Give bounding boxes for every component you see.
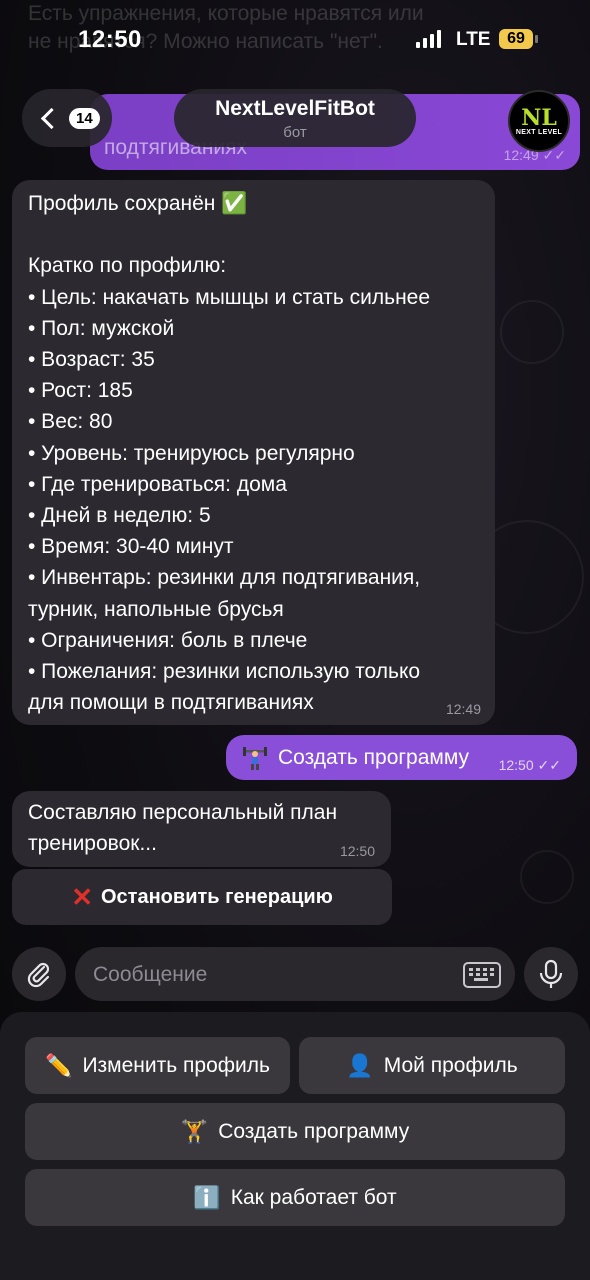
message-field[interactable]: [75, 947, 515, 1003]
message-line: • Дней в неделю: 5: [28, 504, 211, 528]
attach-button[interactable]: [12, 947, 66, 1001]
back-chevron-icon: [40, 107, 63, 129]
message-line: • Возраст: 35: [28, 348, 155, 372]
weightlifter-icon: 🏋️: [180, 1118, 209, 1144]
attach-icon: [27, 962, 50, 988]
message-text: Составляю персональный план тренировок...: [28, 797, 337, 859]
chat-title[interactable]: NextLevelFitBot бот: [174, 89, 416, 147]
message-line: • Пожелания: резинки использую только: [28, 660, 421, 684]
message-line: • Время: 30-40 минут: [28, 535, 234, 559]
message-line: • Уровень: тренируюсь регулярно: [28, 441, 355, 465]
message-line: • Где тренироваться: дома: [28, 472, 287, 496]
battery-cap: [535, 35, 538, 43]
battery-icon: 69: [499, 29, 533, 49]
message-time: 12:50 ✓✓: [498, 757, 561, 773]
message-line: • Инвентарь: резинки для подтягивания,: [28, 566, 421, 590]
message-line: Профиль сохранён ✅: [28, 192, 248, 215]
avatar-text: NEXT LEVEL: [515, 128, 563, 136]
message-line: • Ограничения: боль в плече: [28, 628, 308, 652]
message-line: • Рост: 185: [28, 379, 133, 403]
bot-avatar[interactable]: NL NEXT LEVEL: [508, 90, 570, 152]
message-line: • Вес: 80: [28, 410, 113, 434]
bot-subtitle: бот: [283, 124, 307, 141]
message-line: для помощи в подтягиваниях: [28, 691, 314, 715]
pencil-icon: ✏️: [45, 1052, 73, 1078]
create-program-button[interactable]: 🏋️ Создать программу: [25, 1103, 565, 1160]
info-icon: ℹ️: [193, 1184, 221, 1210]
button-label: Мой профиль: [383, 1053, 518, 1077]
message-line: тренировок...: [28, 832, 157, 855]
microphone-icon: [539, 959, 563, 988]
cross-icon: ✕: [71, 881, 93, 912]
button-label: Остановить генерацию: [101, 885, 333, 908]
bot-name: NextLevelFitBot: [215, 97, 375, 120]
user-icon: 👤: [346, 1052, 374, 1078]
message-line: [28, 219, 430, 250]
message-line: • Цель: накачать мышцы и стать сильнее: [28, 285, 431, 309]
status-bar: 12:50 LTE 69: [0, 0, 590, 80]
message-line: Составляю персональный план: [28, 801, 338, 824]
message-time: 12:50: [339, 843, 375, 859]
double-check-icon: ✓✓: [537, 757, 561, 773]
button-label: Изменить профиль: [82, 1053, 270, 1077]
back-button[interactable]: 14: [22, 89, 112, 147]
avatar-logo: NL: [521, 104, 557, 131]
doodle-circle: [500, 300, 564, 364]
incoming-message-generating[interactable]: Составляю персональный план тренировок...…: [12, 791, 391, 867]
reply-keyboard: ✏️ Изменить профиль 👤 Мой профиль 🏋️ Соз…: [0, 1012, 590, 1280]
network-label: LTE: [456, 29, 491, 50]
stop-generation-button[interactable]: ✕ Остановить генерацию: [12, 869, 392, 925]
edit-profile-button[interactable]: ✏️ Изменить профиль: [25, 1037, 290, 1094]
voice-button[interactable]: [524, 947, 578, 1001]
message-time: 12:49: [445, 701, 481, 717]
button-label: Как работает бот: [230, 1185, 397, 1209]
message-text: Создать программу: [278, 745, 469, 769]
message-line: • Пол: мужской: [28, 316, 175, 340]
button-label: Создать программу: [218, 1119, 410, 1143]
unread-count-badge: 14: [69, 107, 100, 129]
keyboard-icon[interactable]: [463, 962, 501, 988]
my-profile-button[interactable]: 👤 Мой профиль: [299, 1037, 565, 1094]
doodle-circle: [520, 850, 574, 904]
message-line: турник, напольные брусья: [28, 597, 284, 621]
signal-icon: [416, 30, 441, 48]
how-bot-works-button[interactable]: ℹ️ Как работает бот: [25, 1169, 565, 1226]
message-input[interactable]: [91, 947, 455, 1003]
weightlifter-icon: [243, 746, 267, 770]
message-line: Кратко по профилю:: [28, 254, 227, 278]
incoming-message-profile[interactable]: Профиль сохранён ✅ Кратко по профилю: • Ц…: [12, 180, 495, 725]
status-time: 12:50: [78, 26, 142, 53]
message-text: Профиль сохранён ✅ Кратко по профилю: • Ц…: [28, 188, 430, 718]
outgoing-message-create[interactable]: Создать программу 12:50 ✓✓: [226, 735, 577, 780]
